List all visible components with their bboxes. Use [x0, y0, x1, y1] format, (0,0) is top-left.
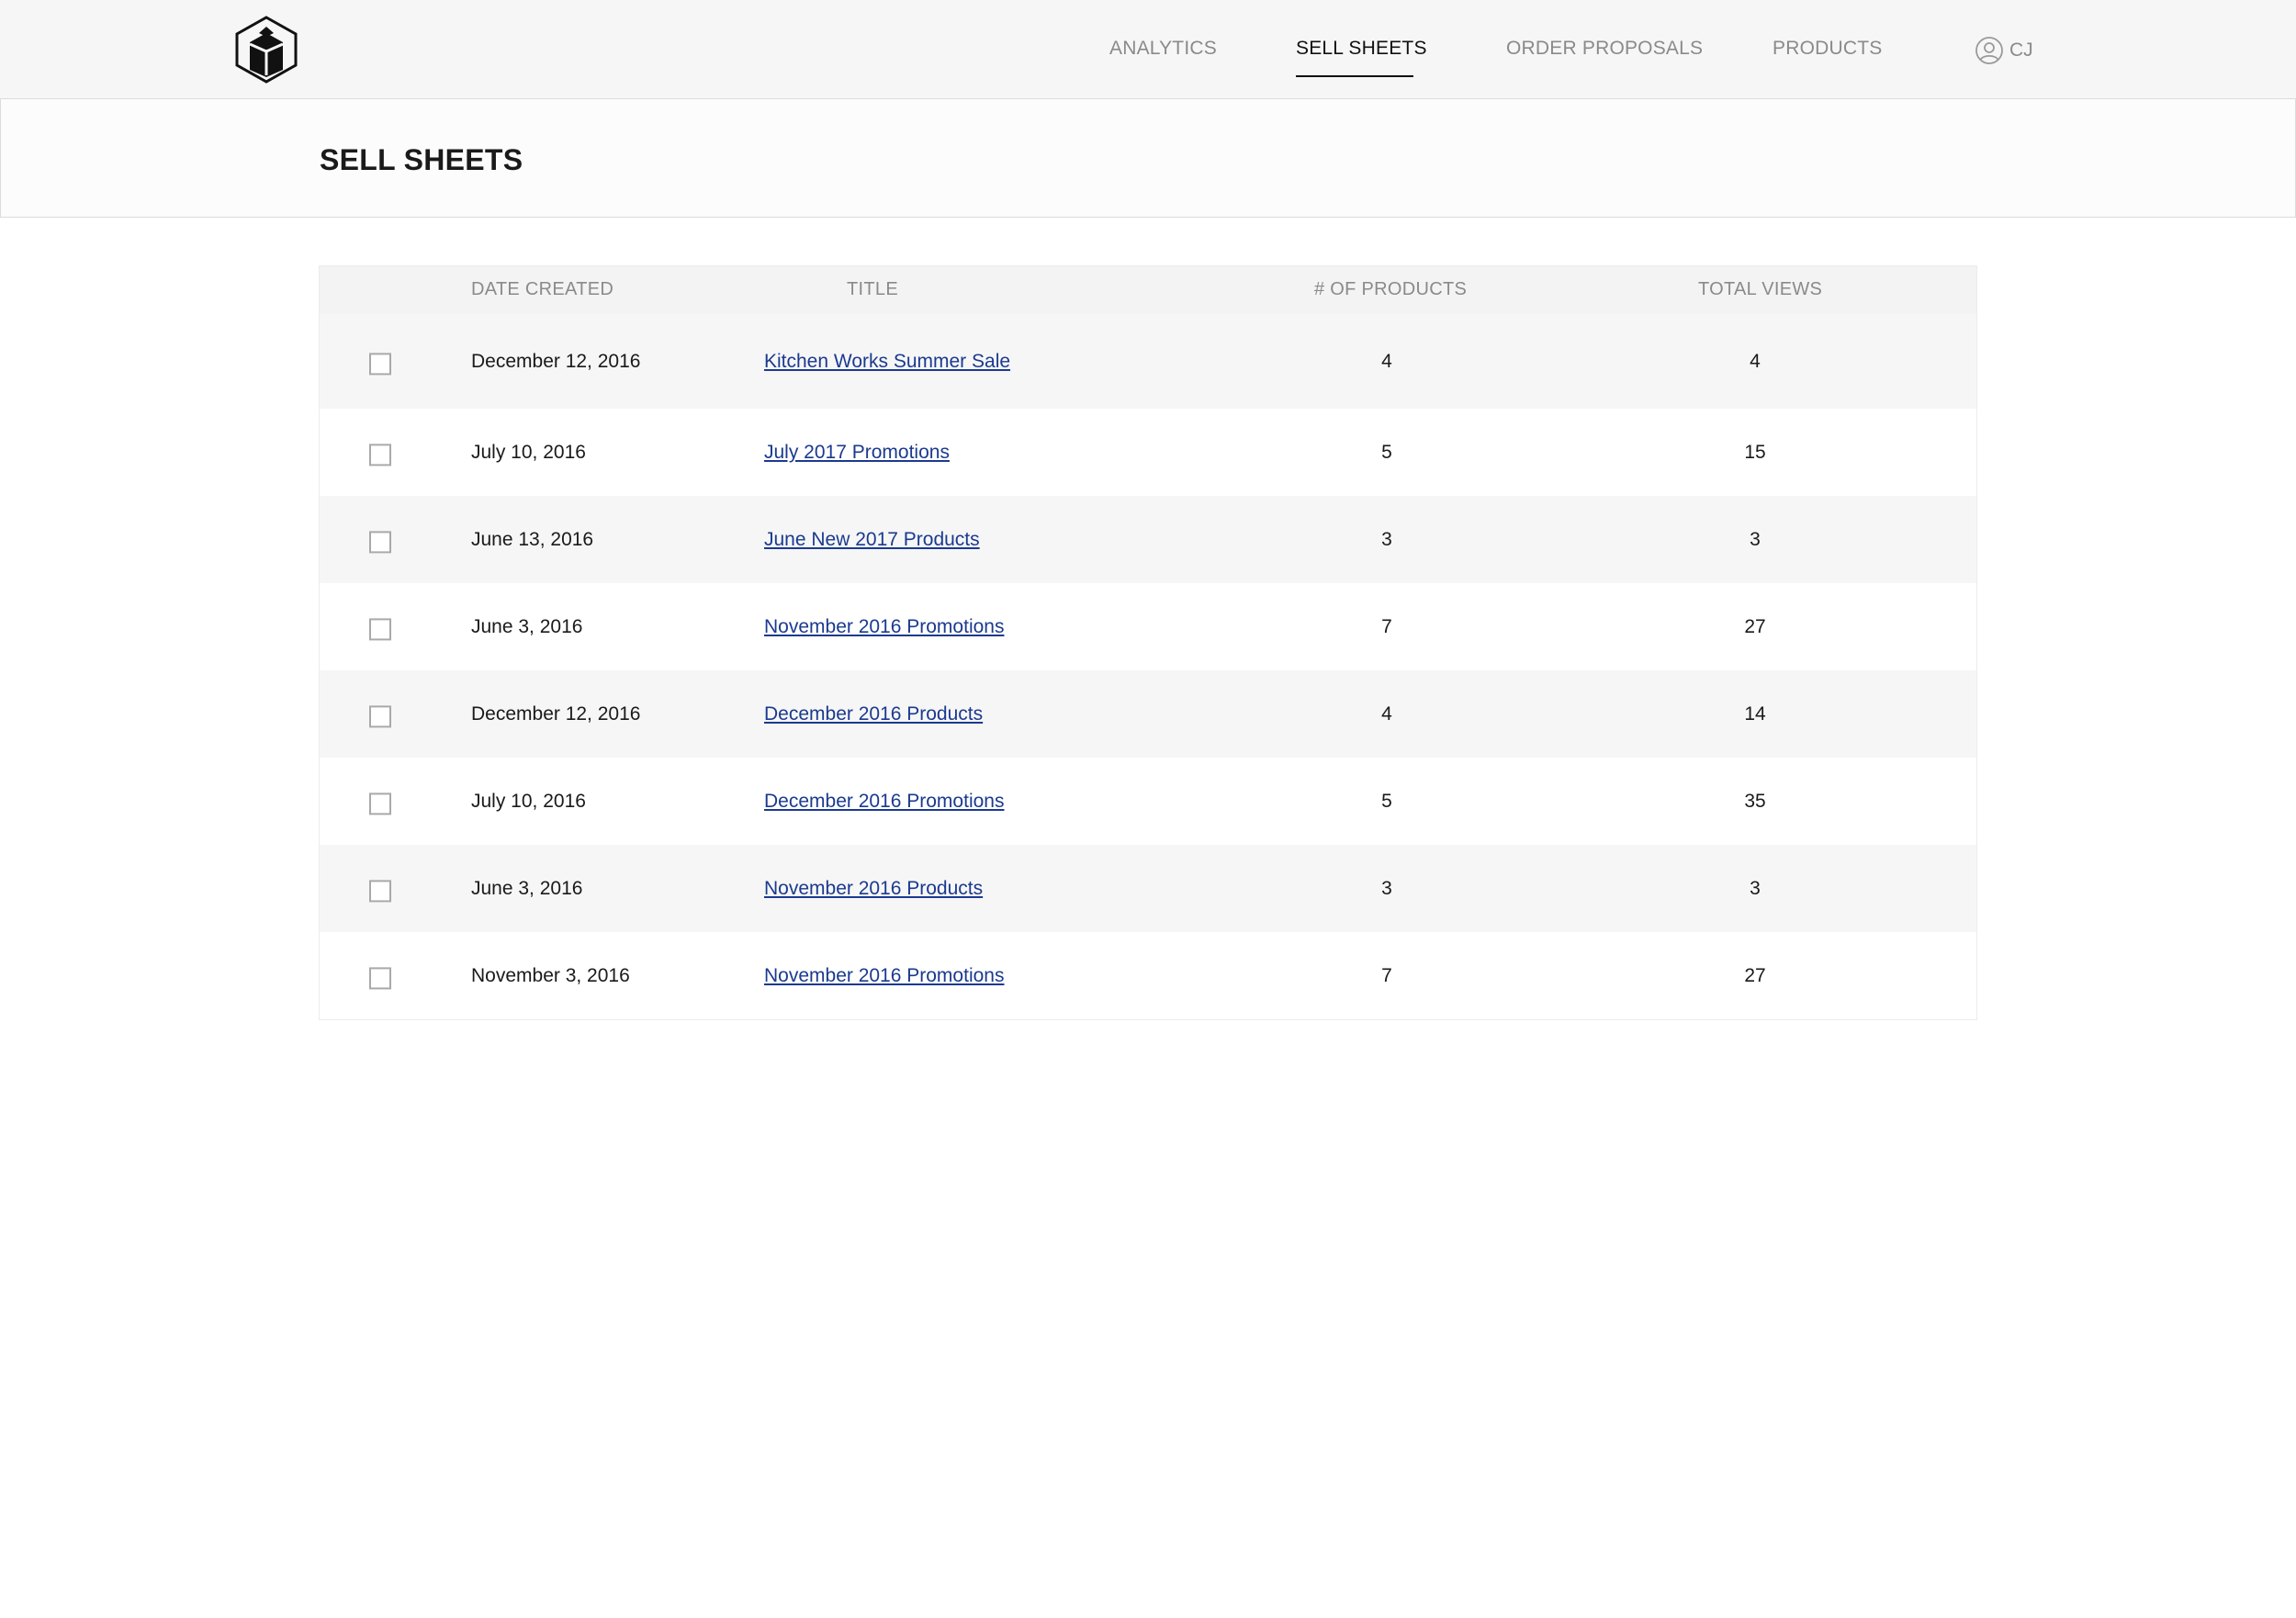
date-created-cell: December 12, 2016: [471, 350, 641, 372]
top-navigation-bar: ANALYTICS SELL SHEETS ORDER PROPOSALS PR…: [0, 0, 2296, 99]
nav-products[interactable]: PRODUCTS: [1773, 35, 1882, 62]
table-body: December 12, 2016 Kitchen Works Summer S…: [320, 314, 1976, 1019]
views-count: 27: [1744, 615, 1766, 637]
sell-sheet-title-link[interactable]: November 2016 Promotions: [764, 616, 1004, 637]
row-checkbox[interactable]: [369, 879, 391, 902]
title-cell: November 2016 Promotions: [764, 965, 1004, 987]
nav-sell-sheets[interactable]: SELL SHEETS: [1296, 35, 1427, 62]
views-count: 35: [1744, 790, 1766, 812]
column-header-total-views[interactable]: TOTAL VIEWS: [1698, 279, 1822, 300]
title-cell: November 2016 Promotions: [764, 616, 1004, 638]
page-title: SELL SHEETS: [320, 143, 523, 176]
table-row: July 10, 2016 December 2016 Promotions 5…: [320, 758, 1976, 845]
sell-sheet-title-link[interactable]: June New 2017 Products: [764, 529, 980, 550]
views-count: 3: [1750, 528, 1761, 550]
date-created-cell: November 3, 2016: [471, 964, 630, 986]
table-row: December 12, 2016 December 2016 Products…: [320, 670, 1976, 758]
row-checkbox[interactable]: [369, 617, 391, 640]
user-initials: CJ: [2009, 39, 2033, 61]
products-count: 4: [1381, 350, 1392, 372]
column-header-title[interactable]: TITLE: [847, 279, 898, 300]
date-created-cell: June 3, 2016: [471, 877, 583, 899]
products-count: 7: [1381, 615, 1392, 637]
nav-analytics[interactable]: ANALYTICS: [1109, 35, 1217, 62]
products-count: 3: [1381, 877, 1392, 899]
title-cell: December 2016 Products: [764, 703, 983, 725]
views-count: 15: [1744, 441, 1766, 463]
views-count: 27: [1744, 964, 1766, 986]
table-row: December 12, 2016 Kitchen Works Summer S…: [320, 314, 1976, 409]
column-header-date-created[interactable]: DATE CREATED: [471, 279, 613, 300]
date-created-cell: December 12, 2016: [471, 702, 641, 725]
products-count: 7: [1381, 964, 1392, 986]
row-checkbox[interactable]: [369, 966, 391, 989]
column-header-products[interactable]: # OF PRODUCTS: [1314, 279, 1467, 300]
row-checkbox[interactable]: [369, 704, 391, 727]
sell-sheet-title-link[interactable]: Kitchen Works Summer Sale: [764, 351, 1010, 372]
table-row: June 3, 2016 November 2016 Products 3 3: [320, 845, 1976, 932]
table-header: DATE CREATED TITLE # OF PRODUCTS TOTAL V…: [320, 266, 1976, 314]
title-cell: Kitchen Works Summer Sale: [764, 351, 1010, 373]
products-count: 5: [1381, 790, 1392, 812]
products-count: 4: [1381, 702, 1392, 725]
table-row: June 3, 2016 November 2016 Promotions 7 …: [320, 583, 1976, 670]
date-created-cell: July 10, 2016: [471, 790, 586, 812]
row-checkbox[interactable]: [369, 530, 391, 553]
nav-active-indicator: [1296, 75, 1413, 77]
row-checkbox[interactable]: [369, 443, 391, 466]
date-created-cell: June 3, 2016: [471, 615, 583, 637]
nav-order-proposals[interactable]: ORDER PROPOSALS: [1506, 35, 1703, 62]
views-count: 14: [1744, 702, 1766, 725]
date-created-cell: June 13, 2016: [471, 528, 594, 550]
sell-sheet-title-link[interactable]: December 2016 Products: [764, 703, 983, 725]
sell-sheet-title-link[interactable]: July 2017 Promotions: [764, 442, 950, 463]
products-count: 5: [1381, 441, 1392, 463]
date-created-cell: July 10, 2016: [471, 441, 586, 463]
user-circle-icon: [1975, 37, 2003, 64]
title-cell: June New 2017 Products: [764, 529, 980, 551]
title-cell: November 2016 Products: [764, 878, 983, 900]
page-header: SELL SHEETS: [0, 99, 2296, 218]
views-count: 3: [1750, 877, 1761, 899]
table-row: November 3, 2016 November 2016 Promotion…: [320, 932, 1976, 1019]
title-cell: December 2016 Promotions: [764, 791, 1004, 813]
products-count: 3: [1381, 528, 1392, 550]
title-cell: July 2017 Promotions: [764, 442, 950, 464]
row-checkbox[interactable]: [369, 352, 391, 375]
sell-sheet-title-link[interactable]: December 2016 Promotions: [764, 791, 1004, 812]
row-checkbox[interactable]: [369, 792, 391, 815]
sell-sheet-title-link[interactable]: November 2016 Products: [764, 878, 983, 899]
views-count: 4: [1750, 350, 1761, 372]
table-row: June 13, 2016 June New 2017 Products 3 3: [320, 496, 1976, 583]
user-menu[interactable]: CJ: [1975, 35, 2033, 66]
sell-sheets-table: DATE CREATED TITLE # OF PRODUCTS TOTAL V…: [319, 265, 1977, 1020]
main-nav: ANALYTICS SELL SHEETS ORDER PROPOSALS PR…: [0, 0, 2296, 99]
sell-sheet-title-link[interactable]: November 2016 Promotions: [764, 965, 1004, 986]
table-row: July 10, 2016 July 2017 Promotions 5 15: [320, 409, 1976, 496]
